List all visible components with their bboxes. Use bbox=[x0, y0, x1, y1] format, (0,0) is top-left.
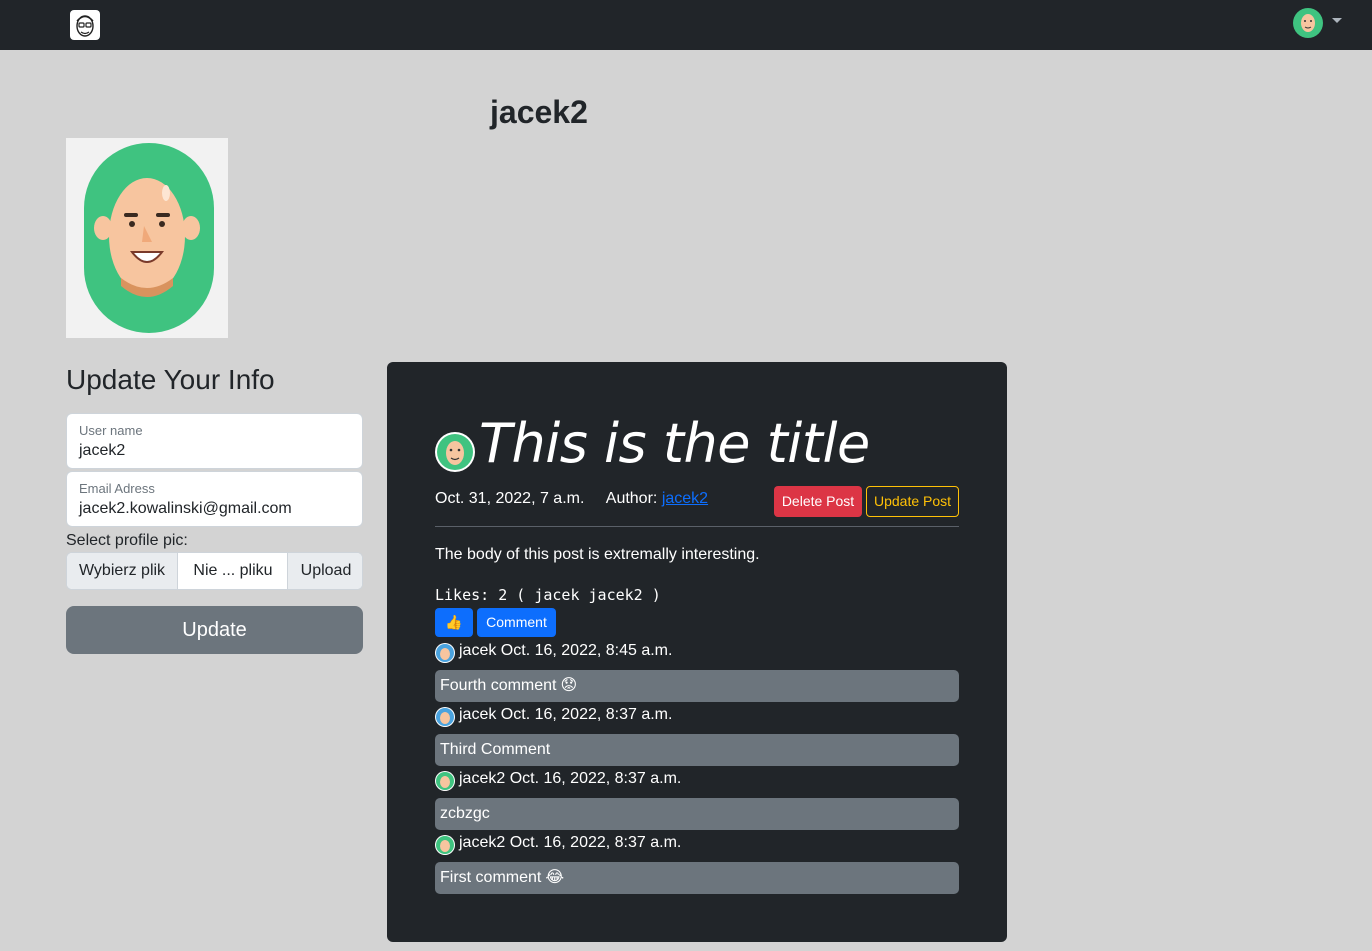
commenter-avatar-icon bbox=[435, 643, 455, 663]
update-info-title: Update Your Info bbox=[66, 364, 275, 395]
comment-author-date: jacek Oct. 16, 2022, 8:45 a.m. bbox=[459, 642, 673, 659]
upload-button[interactable]: Upload bbox=[287, 553, 362, 589]
post-date: Oct. 31, 2022, 7 a.m. bbox=[435, 490, 585, 507]
post-divider bbox=[435, 526, 959, 527]
profile-picture bbox=[66, 138, 228, 338]
commenter-avatar-icon bbox=[435, 835, 455, 855]
comment-text: Fourth comment 😟 bbox=[435, 670, 959, 702]
post-author-avatar bbox=[435, 432, 475, 472]
likes-summary: Likes: 2 ( jacek jacek2 ) bbox=[435, 586, 661, 604]
profile-username-heading: jacek2 bbox=[490, 94, 588, 130]
comment-author-date: jacek Oct. 16, 2022, 8:37 a.m. bbox=[459, 706, 673, 723]
username-field[interactable]: User name jacek2 bbox=[66, 413, 363, 469]
comment-button[interactable]: Comment bbox=[477, 608, 556, 637]
email-field-value[interactable]: jacek2.kowalinski@gmail.com bbox=[79, 500, 292, 518]
comment-emoji-icon: 😂 bbox=[545, 869, 565, 886]
post-body: The body of this post is extremally inte… bbox=[435, 546, 760, 563]
brand-logo-icon[interactable] bbox=[70, 10, 100, 40]
comment-body: First comment bbox=[440, 869, 542, 887]
comment-emoji-icon: 😟 bbox=[560, 677, 578, 694]
post-meta: Oct. 31, 2022, 7 a.m. Author: jacek2 bbox=[435, 490, 708, 508]
user-menu-avatar-icon[interactable] bbox=[1293, 8, 1323, 38]
post-author-link[interactable]: jacek2 bbox=[662, 490, 708, 507]
profile-pic-label: Select profile pic: bbox=[66, 532, 188, 549]
commenter-avatar-icon bbox=[435, 771, 455, 791]
file-input-group[interactable]: Wybierz plik Nie ... pliku Upload bbox=[66, 552, 363, 590]
comment-body: Fourth comment bbox=[440, 677, 557, 695]
like-button[interactable]: 👍 bbox=[435, 608, 473, 637]
email-field[interactable]: Email Adress jacek2.kowalinski@gmail.com bbox=[66, 471, 363, 527]
comment-author-date: jacek2 Oct. 16, 2022, 8:37 a.m. bbox=[459, 770, 682, 787]
post-title: This is the title bbox=[479, 412, 870, 475]
selected-file-name: Nie ... pliku bbox=[179, 553, 287, 589]
update-button[interactable]: Update bbox=[66, 606, 363, 654]
comment-body: zcbzgc bbox=[440, 805, 490, 822]
commenter-avatar-icon bbox=[435, 707, 455, 727]
username-field-value[interactable]: jacek2 bbox=[79, 442, 125, 460]
delete-post-button[interactable]: Delete Post bbox=[774, 486, 862, 517]
top-navbar bbox=[0, 0, 1372, 50]
comment-text: zcbzgc bbox=[435, 798, 959, 830]
post-author-label: Author: bbox=[605, 490, 658, 507]
comment-body: Third Comment bbox=[440, 741, 551, 758]
thumbs-up-icon: 👍 bbox=[445, 614, 463, 630]
email-field-label: Email Adress bbox=[79, 481, 155, 496]
comment-text: Third Comment bbox=[435, 734, 959, 766]
choose-file-button[interactable]: Wybierz plik bbox=[67, 553, 178, 589]
caret-down-icon[interactable] bbox=[1332, 18, 1342, 23]
comment-author-date: jacek2 Oct. 16, 2022, 8:37 a.m. bbox=[459, 834, 682, 851]
comment-text: First comment 😂 bbox=[435, 862, 959, 894]
post-card: This is the title Oct. 31, 2022, 7 a.m. … bbox=[387, 362, 1007, 942]
username-field-label: User name bbox=[79, 423, 143, 438]
update-post-button[interactable]: Update Post bbox=[866, 486, 959, 517]
